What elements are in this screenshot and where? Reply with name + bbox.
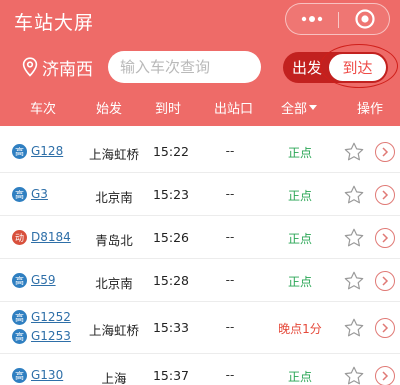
origin-station: 北京南: [95, 275, 133, 291]
arrival-time: 15:37: [152, 367, 190, 383]
mini-program-capsule: [285, 3, 390, 35]
train-row: 高 G3 北京南 15:23 -- 正点: [0, 173, 400, 216]
column-exit-gate: 出站口: [214, 101, 254, 117]
star-icon[interactable]: [343, 184, 365, 206]
train-number-link[interactable]: G1253: [31, 329, 71, 343]
origin-station: 上海: [101, 370, 127, 385]
star-icon[interactable]: [343, 227, 365, 249]
station-selector[interactable]: 济南西: [22, 54, 93, 80]
train-row: 高 G128 上海虹桥 15:22 -- 正点: [0, 130, 400, 173]
column-train: 车次: [30, 101, 57, 117]
star-icon[interactable]: [343, 317, 365, 339]
station-name: 济南西: [42, 59, 93, 80]
record-circle-icon[interactable]: [339, 4, 391, 34]
departure-tab[interactable]: 出发: [283, 52, 331, 83]
star-icon[interactable]: [343, 365, 365, 385]
exit-gate: --: [225, 143, 235, 158]
exit-gate: --: [225, 186, 235, 201]
status-filter-dropdown[interactable]: 全部: [281, 97, 318, 117]
train-search-input[interactable]: [108, 51, 261, 83]
train-type-badge: 高: [12, 329, 27, 344]
star-icon[interactable]: [343, 270, 365, 292]
chevron-right-icon[interactable]: [375, 365, 395, 385]
status-text: 正点: [287, 231, 312, 246]
arrival-time: 15:22: [152, 143, 190, 159]
train-row: 高 G130 上海 15:37 -- 正点: [0, 354, 400, 385]
arrival-time: 15:26: [152, 229, 190, 245]
train-row: 动 D8184 青岛北 15:26 -- 正点: [0, 216, 400, 259]
caret-down-icon: [309, 104, 318, 110]
train-type-badge: 高: [12, 143, 27, 159]
location-pin-icon: [22, 57, 38, 77]
exit-gate: --: [225, 320, 235, 334]
status-text: 正点: [287, 188, 312, 203]
column-arrival-time: 到时: [155, 101, 182, 117]
chevron-right-icon[interactable]: [375, 141, 395, 162]
arrival-time: 15:33: [152, 320, 190, 335]
train-type-badge: 高: [12, 367, 27, 383]
page-title: 车站大屏: [14, 12, 95, 34]
exit-gate: --: [225, 367, 235, 382]
train-type-badge: 高: [12, 310, 27, 325]
star-icon[interactable]: [343, 141, 365, 163]
chevron-right-icon[interactable]: [375, 318, 395, 338]
exit-gate: --: [225, 229, 235, 244]
train-row: 高 G1252 高 G1253 上海虹桥 15:33 -- 晚点1分: [0, 302, 400, 354]
status-text: 晚点1分: [278, 322, 322, 336]
train-number-link[interactable]: G130: [31, 368, 63, 382]
more-dots-icon[interactable]: [286, 4, 338, 34]
train-number-link[interactable]: G59: [31, 273, 56, 287]
header-bar: 车站大屏 济南西 出发 到达 车次 始发 到时 出站口: [0, 0, 400, 126]
arrival-time: 15:28: [152, 272, 190, 288]
column-actions: 操作: [357, 101, 384, 117]
direction-toggle: 出发 到达: [283, 52, 388, 83]
train-number-link[interactable]: G3: [31, 187, 48, 201]
chevron-right-icon[interactable]: [375, 270, 395, 291]
status-text: 正点: [287, 145, 312, 160]
chevron-right-icon[interactable]: [375, 184, 395, 205]
origin-station: 青岛北: [95, 232, 133, 248]
train-type-badge: 高: [12, 272, 27, 288]
train-number-link[interactable]: G1252: [31, 310, 71, 324]
exit-gate: --: [225, 272, 235, 287]
origin-station: 上海虹桥: [88, 323, 139, 338]
origin-station: 北京南: [95, 189, 133, 205]
train-row: 高 G59 北京南 15:28 -- 正点: [0, 259, 400, 302]
train-type-badge: 高: [12, 186, 27, 202]
origin-station: 上海虹桥: [88, 146, 139, 162]
status-text: 正点: [287, 369, 312, 384]
train-type-badge: 动: [12, 229, 27, 245]
column-origin: 始发: [96, 101, 123, 117]
arrival-tab[interactable]: 到达: [329, 54, 386, 81]
arrival-time: 15:23: [152, 186, 190, 202]
status-text: 正点: [287, 274, 312, 289]
train-number-link[interactable]: D8184: [31, 230, 71, 244]
chevron-right-icon[interactable]: [375, 227, 395, 248]
train-number-link[interactable]: G128: [31, 144, 63, 158]
status-filter-label: 全部: [281, 101, 308, 117]
